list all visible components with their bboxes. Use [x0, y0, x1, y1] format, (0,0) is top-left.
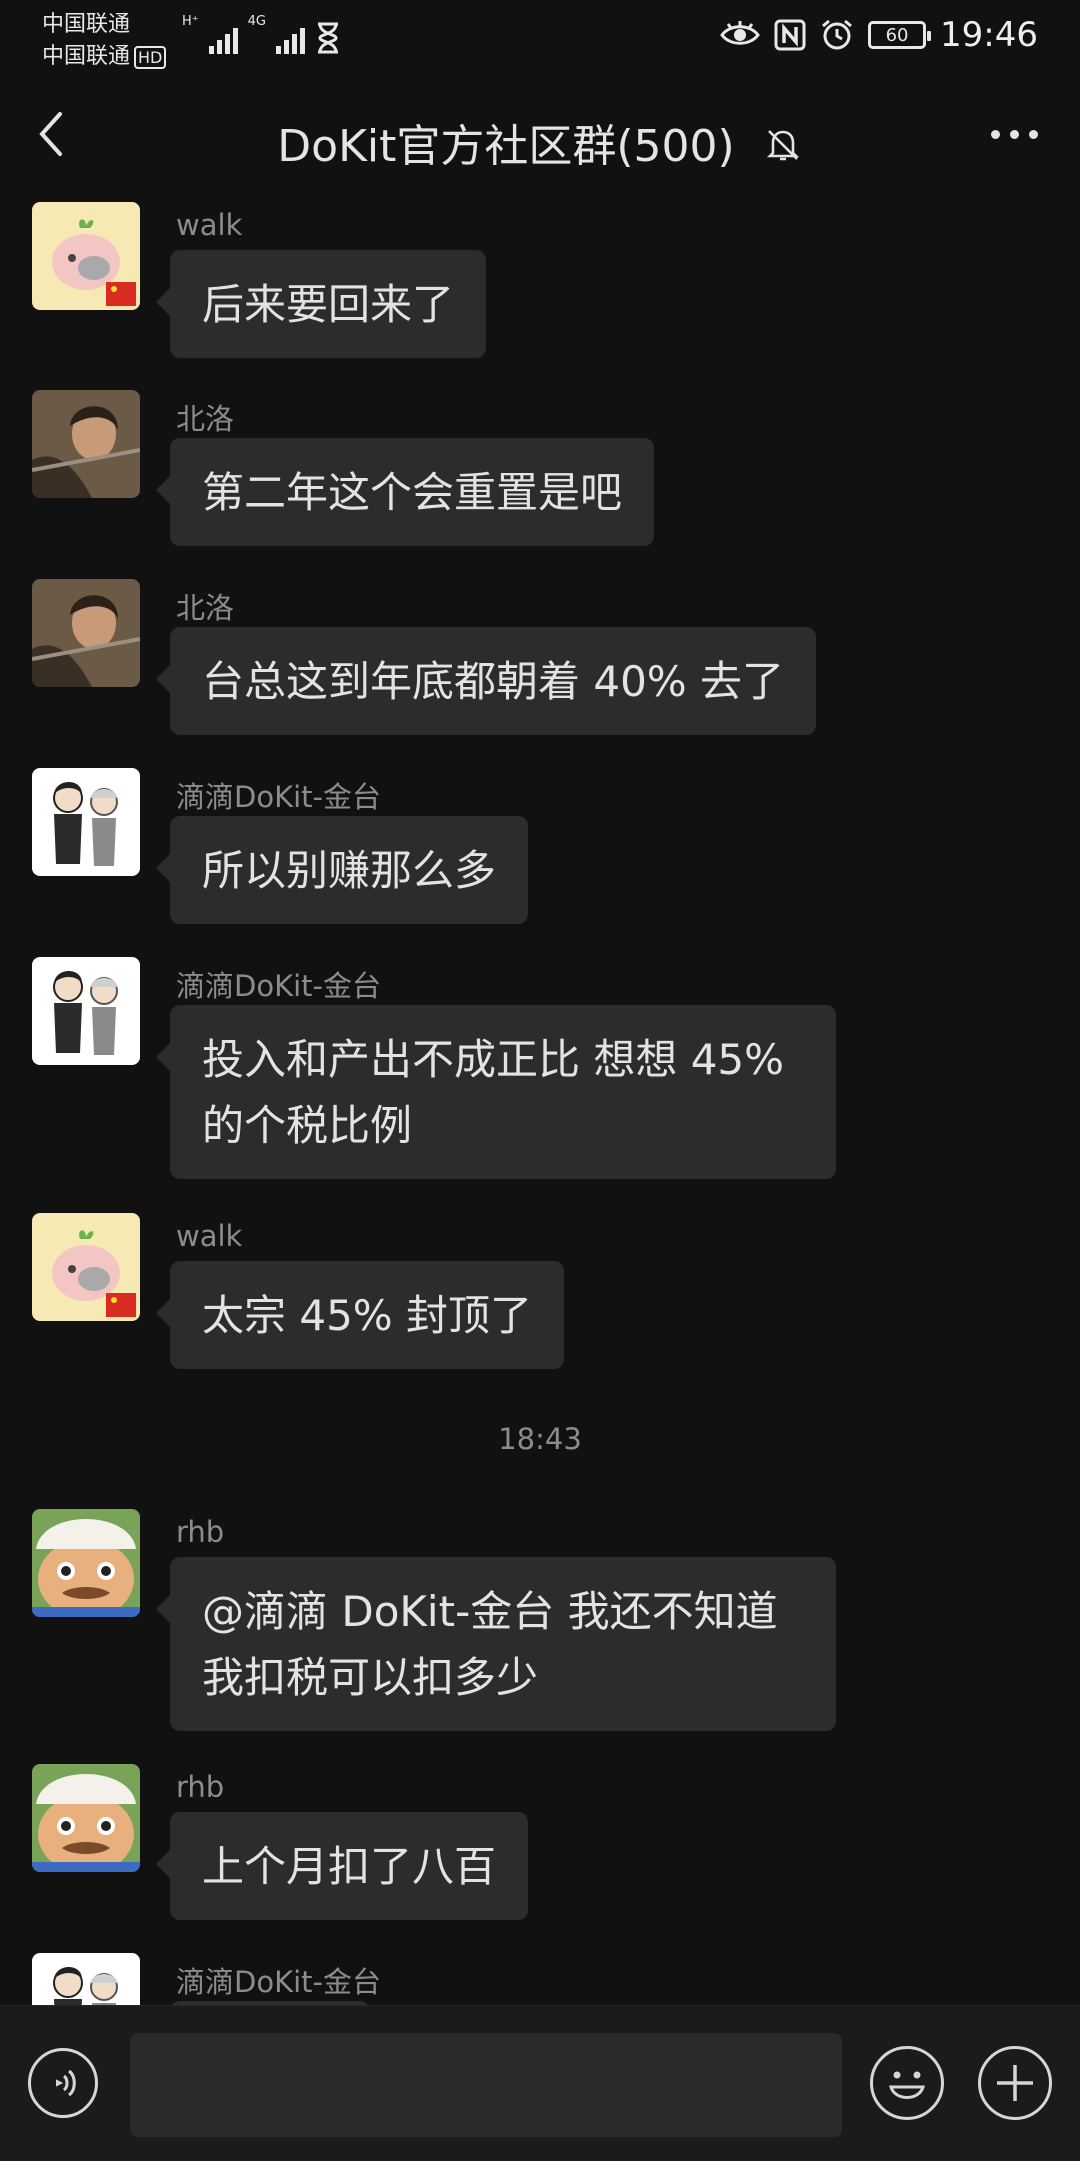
group-name: DoKit官方社区群(500) [277, 121, 735, 172]
avatar[interactable] [32, 1764, 140, 1872]
message-bubble[interactable]: 后来要回来了 [155, 250, 487, 358]
carrier-label: 中国联通 [42, 12, 131, 37]
message-bubble[interactable]: 太宗 45% 封顶了 [155, 1261, 565, 1369]
eye-comfort-icon [720, 21, 760, 45]
sender-name: 滴滴DoKit-金台 [176, 969, 381, 1003]
sender-name: walk [176, 208, 243, 242]
sender-name: 北洛 [176, 402, 235, 436]
signal-strength-icon [276, 22, 305, 54]
clock: 19:46 [940, 15, 1038, 55]
dot-icon [1028, 129, 1038, 139]
sender-name: walk [176, 1219, 243, 1253]
signal-strength-icon [208, 22, 238, 54]
chat-title: DoKit官方社区群(500) [0, 110, 1080, 174]
signal-area: H⁺ 4G [182, 14, 341, 54]
voice-input-button[interactable] [28, 2048, 98, 2118]
pig-avatar-icon [32, 1213, 140, 1321]
dot-icon [990, 129, 1000, 139]
sender-name: rhb [176, 1515, 225, 1549]
chef-avatar-icon [32, 1764, 140, 1872]
input-bar [0, 2005, 1080, 2161]
message-bubble[interactable]: 所以别赚那么多 [155, 816, 529, 924]
avatar[interactable] [32, 390, 140, 498]
cartoon-duo-avatar-icon [32, 768, 140, 876]
dot-icon [1009, 129, 1019, 139]
mute-bell-icon [766, 130, 799, 161]
voice-wave-icon [56, 2069, 76, 2097]
message-bubble[interactable]: 台总这到年底都朝着 40% 去了 [155, 627, 817, 735]
time-divider: 18:43 [498, 1422, 582, 1456]
sender-name: 北洛 [176, 591, 235, 625]
avatar[interactable] [32, 957, 140, 1065]
more-options-button[interactable] [984, 116, 1044, 152]
message-input[interactable] [130, 2033, 842, 2137]
message-bubble[interactable]: 投入和产出不成正比 想想 45% 的个税比例 [156, 1005, 836, 1179]
chat-header: DoKit官方社区群(500) [0, 70, 1080, 200]
sender-name: rhb [176, 1770, 225, 1804]
avatar[interactable] [32, 579, 140, 687]
message-bubble[interactable]: 上个月扣了八百 [155, 1812, 529, 1920]
message-bubble[interactable]: 第二年这个会重置是吧 [155, 438, 655, 546]
alarm-icon [822, 19, 852, 50]
emoji-button[interactable] [870, 2046, 944, 2120]
avatar[interactable] [32, 768, 140, 876]
avatar[interactable] [32, 1213, 140, 1321]
plus-icon [997, 2065, 1033, 2101]
carrier-label: 中国联通 HD [42, 38, 167, 70]
character-avatar-icon [32, 390, 140, 498]
hourglass-icon [318, 22, 338, 54]
chef-avatar-icon [32, 1509, 140, 1617]
cartoon-duo-avatar-icon [32, 957, 140, 1065]
status-bar: 中国联通 中国联通 HD H⁺ 4G 60 19:46 [0, 0, 1080, 70]
message-bubble[interactable]: @滴滴 DoKit-金台 我还不知道我扣税可以扣多少 [156, 1557, 836, 1731]
avatar[interactable] [32, 1509, 140, 1617]
sender-name: 滴滴DoKit-金台 [176, 780, 381, 814]
sender-name: 滴滴DoKit-金台 [176, 1965, 381, 1999]
cartoon-duo-avatar-icon [32, 1953, 140, 2005]
status-icons: 60 19:46 [720, 10, 1038, 60]
pig-avatar-icon [32, 202, 140, 310]
nfc-icon [774, 19, 806, 51]
message-list[interactable]: walk 后来要回来了 北洛 第二年这个会重置是吧 北洛 台总这到年底都朝着 4… [0, 200, 1080, 2005]
avatar[interactable] [32, 1953, 140, 2005]
more-actions-button[interactable] [978, 2046, 1052, 2120]
character-avatar-icon [32, 579, 140, 687]
avatar[interactable] [32, 202, 140, 310]
smiley-icon [889, 2071, 925, 2099]
hd-badge: HD [134, 46, 167, 69]
network-type: H⁺ [182, 14, 199, 29]
battery-icon: 60 [868, 21, 932, 49]
network-type: 4G [247, 14, 266, 29]
